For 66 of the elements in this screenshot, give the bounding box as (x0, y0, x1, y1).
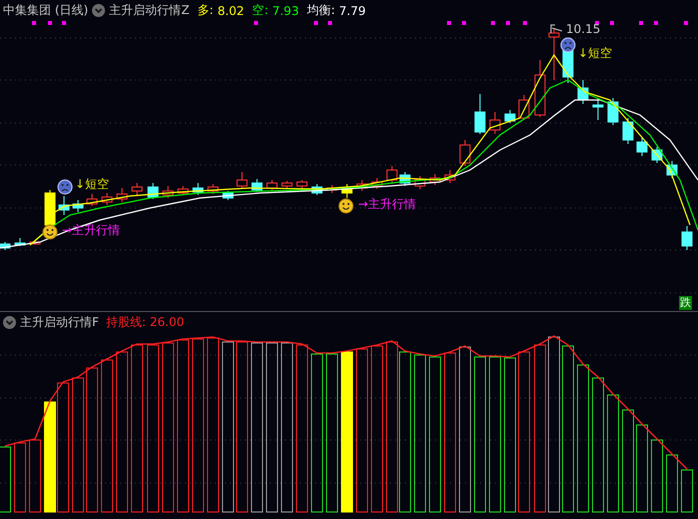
legend-label: 均衡: (306, 2, 335, 19)
candlestick (282, 180, 292, 190)
candlestick (116, 188, 128, 202)
candlestick (58, 196, 70, 216)
candlestick (548, 28, 560, 80)
candlestick (622, 118, 634, 144)
candlestick (72, 200, 84, 212)
candlestick (460, 140, 470, 166)
holding-line-label: 持股线: 26.00 (106, 314, 184, 331)
candlestick (162, 186, 174, 198)
legend-value: 8.02 (217, 4, 244, 18)
short-sell-signal-label: ↓短空 (578, 45, 612, 62)
legend-label: 空: (252, 2, 268, 19)
candlestick (430, 174, 440, 186)
candlestick (178, 186, 188, 196)
candlestick (86, 194, 98, 206)
candlestick (608, 98, 618, 126)
dropdown-icon[interactable] (92, 4, 106, 17)
candlestick (148, 182, 158, 200)
candlestick (666, 160, 678, 178)
candlestick (444, 170, 456, 184)
frowning-face-icon (58, 180, 72, 194)
high-marker-icon (550, 24, 562, 34)
candlestick (102, 192, 112, 206)
frowning-face-icon (560, 38, 576, 52)
candlestick (682, 226, 692, 250)
candlestick (400, 172, 410, 186)
legend-label: 多: (197, 2, 214, 19)
indicator-name-label: 主升启动行情F (20, 314, 99, 331)
candlestick (342, 184, 352, 198)
stock-name-label: 中集集团 (日线) (3, 2, 88, 19)
candlestick (414, 176, 426, 190)
indicator-name-label: 主升启动行情Z (109, 2, 190, 19)
candlestick (504, 110, 516, 124)
candlestick (652, 146, 662, 164)
candlestick (592, 98, 604, 120)
candlestick (30, 240, 40, 244)
candlestick (490, 112, 500, 134)
candlestick (132, 182, 142, 196)
candlestick (474, 94, 486, 134)
candlestick (372, 178, 382, 190)
smiley-face-icon (42, 224, 58, 240)
candlestick (44, 190, 56, 228)
legend-value: 7.93 (272, 4, 299, 18)
candlestick (0, 242, 10, 250)
candlestick (296, 180, 308, 190)
dropdown-icon[interactable] (3, 316, 16, 329)
candlestick (14, 238, 26, 246)
candlestick (266, 180, 278, 190)
candlestick (356, 180, 368, 192)
price-high-label: 10.15 (566, 22, 600, 36)
candlestick (252, 178, 262, 192)
candlestick (636, 138, 648, 156)
candlestick (578, 80, 588, 104)
candlestick (386, 166, 398, 184)
candlestick (312, 184, 322, 196)
candlestick (222, 190, 234, 200)
candlestick (208, 184, 218, 194)
legend-value: 7.79 (339, 4, 366, 18)
short-sell-signal-label: ↓短空 (75, 176, 110, 193)
candlestick (534, 60, 546, 118)
fall-badge: 跌 (679, 296, 692, 310)
candlestick (192, 182, 204, 196)
candlestick (236, 172, 248, 188)
smiley-face-icon (338, 198, 354, 214)
uptrend-signal-label: →主升行情 (358, 196, 416, 213)
